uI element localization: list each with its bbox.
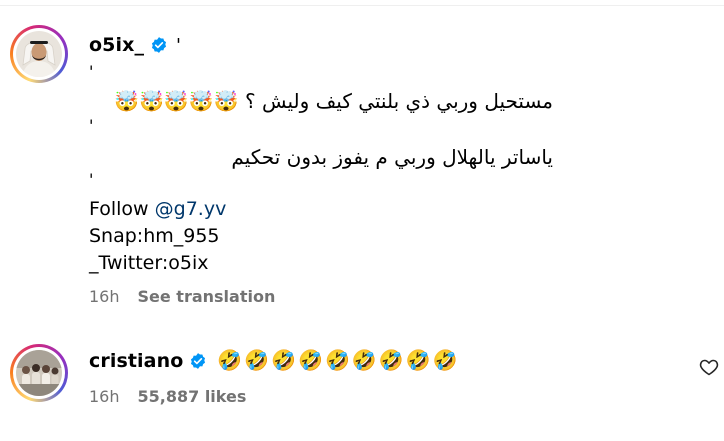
comment-text-arabic-1: مستحيل وربي ذي بلنتي كيف وليش ؟ xyxy=(244,89,553,113)
comment-o5ix: o5ix_ ' ' مستحيل وربي ذي بلنتي كيف وليش … xyxy=(0,0,724,320)
timestamp[interactable]: 16h xyxy=(89,387,120,406)
snap-line: Snap:hm_955 xyxy=(89,225,220,247)
laughing-emoji-row: 🤣🤣🤣🤣🤣🤣🤣🤣🤣 xyxy=(217,348,460,372)
username-separator: ' xyxy=(176,35,181,56)
comment-text-line-2: ياساتر يالهلال وربي م يفوز بدون تحكيم xyxy=(231,145,553,169)
verified-badge-icon xyxy=(189,352,207,374)
verified-badge-icon xyxy=(150,36,168,58)
heart-icon[interactable] xyxy=(699,357,719,377)
twitter-line: _Twitter:o5ix xyxy=(89,252,209,274)
username[interactable]: cristiano xyxy=(89,350,183,372)
avatar-photo-cristiano xyxy=(16,350,62,396)
comment-meta: 16h See translation xyxy=(89,287,275,306)
avatar[interactable] xyxy=(10,25,68,83)
comment-text-line-1: مستحيل وربي ذي بلنتي كيف وليش ؟ 🤯🤯🤯🤯🤯 xyxy=(114,89,553,113)
line-mark: ' xyxy=(89,170,94,189)
line-mark: ' xyxy=(89,62,94,81)
likes-count[interactable]: 55,887 likes xyxy=(138,387,247,406)
follow-line: Follow @g7.yv xyxy=(89,196,226,223)
avatar-photo-o5ix xyxy=(16,31,62,77)
follow-prefix: Follow xyxy=(89,198,155,220)
line-mark: ' xyxy=(89,116,94,135)
timestamp[interactable]: 16h xyxy=(89,287,120,306)
mention-link[interactable]: @g7.yv xyxy=(155,198,227,220)
comment-meta: 16h 55,887 likes xyxy=(89,387,246,406)
comment-cristiano: cristiano 🤣🤣🤣🤣🤣🤣🤣🤣🤣 16h 55,887 likes xyxy=(0,330,724,441)
shocked-emoji-row: 🤯🤯🤯🤯🤯 xyxy=(114,89,239,113)
see-translation-button[interactable]: See translation xyxy=(138,287,276,306)
username[interactable]: o5ix_ xyxy=(89,34,144,56)
avatar[interactable] xyxy=(10,344,68,402)
